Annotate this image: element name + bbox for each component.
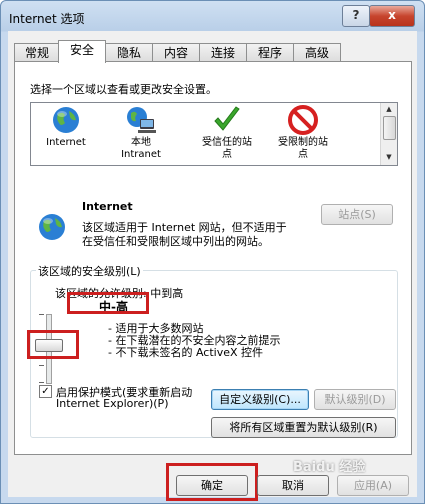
zone-restricted-sites[interactable]: 受限制的站 点 — [267, 105, 339, 161]
tab-advanced[interactable]: 高级 — [293, 43, 341, 62]
zone-intranet-label: 本地 Intranet — [121, 137, 161, 160]
scrollbar-thumb[interactable] — [383, 116, 396, 140]
zone-detail-description-line2: 在受信任和受限制区域中列出的网站。 — [82, 235, 269, 248]
intranet-icon — [126, 105, 156, 135]
apply-button[interactable]: 应用(A) — [337, 475, 409, 496]
zones-list[interactable]: Internet 本地 Intranet 受信任的站 点 受限制的站 点 ▲ ▼ — [30, 102, 398, 166]
title-bar: Internet 选项 ? x — [1, 1, 424, 35]
tab-connections[interactable]: 连接 — [199, 43, 247, 62]
zones-prompt: 选择一个区域以查看或更改安全设置。 — [30, 83, 217, 96]
help-button[interactable]: ? — [342, 5, 370, 27]
sites-button[interactable]: 站点(S) — [321, 204, 393, 225]
slider-highlight — [27, 330, 79, 359]
custom-level-button[interactable]: 自定义级别(C)... — [211, 389, 309, 410]
window-title: Internet 选项 — [9, 12, 85, 26]
checkmark-icon — [212, 105, 242, 135]
protected-mode-checkbox[interactable]: ✓ — [39, 385, 52, 398]
default-level-button[interactable]: 默认级别(D) — [314, 389, 396, 410]
tab-privacy[interactable]: 隐私 — [105, 43, 153, 62]
scroll-down-icon[interactable]: ▼ — [383, 153, 395, 163]
zone-restricted-label: 受限制的站 点 — [278, 137, 328, 160]
level-name-highlight — [67, 292, 149, 314]
zone-internet[interactable]: Internet — [33, 105, 99, 149]
scroll-up-icon[interactable]: ▲ — [383, 105, 395, 115]
internet-options-window: Internet 选项 ? x 常规 安全 隐私 内容 连接 程序 高级 选择一… — [0, 0, 425, 504]
restricted-icon — [288, 105, 318, 135]
slider-tick — [39, 382, 44, 383]
globe-icon — [51, 105, 81, 135]
tab-content[interactable]: 内容 — [152, 43, 200, 62]
security-level-legend: 该区域的安全级别(L) — [36, 263, 143, 279]
level-bullet: - 不下载未签名的 ActiveX 控件 — [108, 346, 264, 359]
close-button[interactable]: x — [369, 5, 415, 27]
tab-general[interactable]: 常规 — [14, 43, 60, 62]
tab-programs[interactable]: 程序 — [246, 43, 294, 62]
globe-icon — [37, 212, 67, 242]
security-panel: 选择一个区域以查看或更改安全设置。 Internet 本地 Intranet 受… — [14, 61, 412, 455]
protected-mode-label-line2: Internet Explorer)(P) — [56, 397, 169, 410]
slider-tick — [39, 365, 44, 366]
cancel-button[interactable]: 取消 — [257, 475, 329, 496]
zone-trusted-sites[interactable]: 受信任的站 点 — [191, 105, 263, 161]
zone-internet-label: Internet — [46, 137, 86, 148]
zone-intranet[interactable]: 本地 Intranet — [111, 105, 171, 161]
zone-detail-title: Internet — [82, 200, 133, 213]
reset-all-zones-button[interactable]: 将所有区域重置为默认级别(R) — [211, 417, 396, 438]
zone-trusted-label: 受信任的站 点 — [202, 137, 252, 160]
dialog-client: 常规 安全 隐私 内容 连接 程序 高级 选择一个区域以查看或更改安全设置。 I… — [8, 31, 417, 501]
ok-highlight — [166, 463, 258, 501]
watermark: Baidu 经验 — [293, 460, 366, 475]
zones-scrollbar[interactable]: ▲ ▼ — [380, 103, 397, 165]
slider-tick — [39, 314, 44, 315]
tab-security[interactable]: 安全 — [58, 40, 106, 63]
